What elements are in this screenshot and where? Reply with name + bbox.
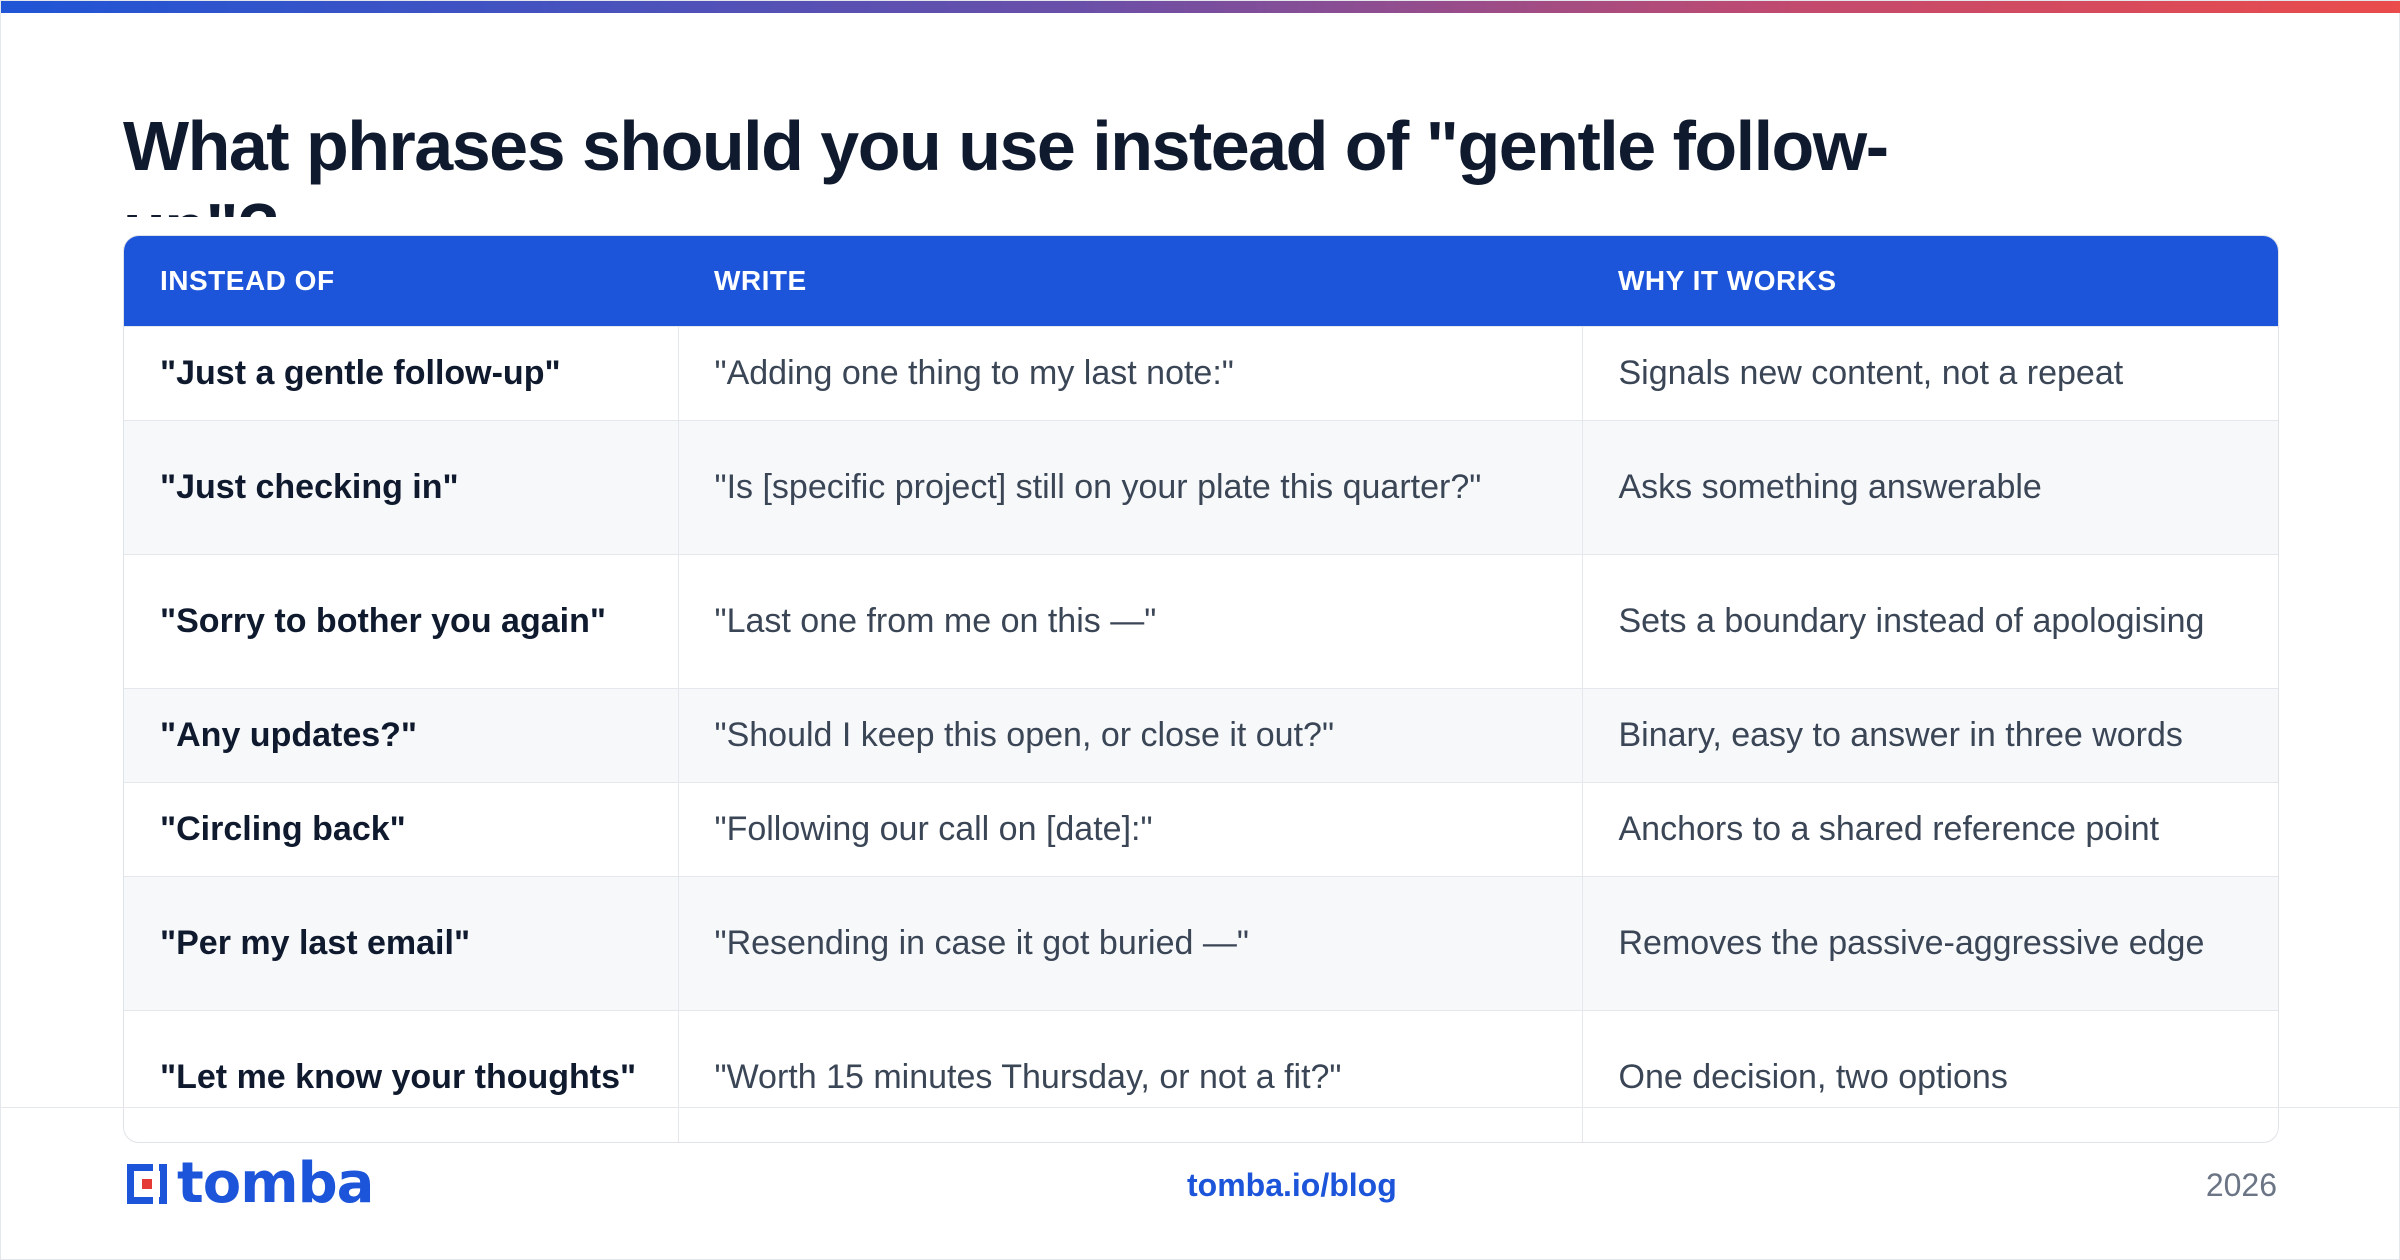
write-cell: "Following our call on [date]:" [677, 781, 1582, 876]
table-row: "Per my last email" "Resending in case i… [124, 875, 2278, 1010]
table-header-row: INSTEAD OF WRITE WHY IT WORKS [124, 236, 2278, 326]
tomba-logo-icon [127, 1164, 167, 1204]
write-cell: "Resending in case it got buried —" [677, 875, 1582, 1010]
phrases-table-card: INSTEAD OF WRITE WHY IT WORKS "Just a ge… [123, 235, 2279, 1143]
brand-wordmark: tomba [177, 1151, 374, 1216]
instead-of-cell: "Per my last email" [124, 875, 678, 1010]
why-cell: Asks something answerable [1581, 419, 2278, 554]
table-row: "Let me know your thoughts" "Worth 15 mi… [124, 1009, 2278, 1142]
instead-of-cell: "Just a gentle follow-up" [124, 325, 678, 420]
table-row: "Circling back" "Following our call on [… [124, 781, 2278, 876]
column-header-instead-of: INSTEAD OF [160, 264, 335, 296]
instead-of-cell: "Let me know your thoughts" [124, 1009, 678, 1142]
why-cell: Signals new content, not a repeat [1581, 325, 2278, 420]
why-cell: Sets a boundary instead of apologising [1581, 553, 2278, 688]
table-row: "Just checking in" "Is [specific project… [124, 419, 2278, 554]
write-cell: "Is [specific project] still on your pla… [677, 419, 1582, 554]
why-cell: One decision, two options [1581, 1009, 2278, 1142]
write-cell: "Should I keep this open, or close it ou… [677, 687, 1582, 782]
tomba-logo[interactable]: tomba [123, 1151, 374, 1216]
phrases-table: INSTEAD OF WRITE WHY IT WORKS "Just a ge… [124, 236, 2278, 1142]
instead-of-cell: "Sorry to bother you again" [124, 553, 678, 688]
column-header-write: WRITE [714, 264, 807, 296]
instead-of-cell: "Circling back" [124, 781, 678, 876]
blog-link[interactable]: tomba.io/blog [1187, 1165, 1397, 1205]
column-header-why-it-works: WHY IT WORKS [1618, 264, 1837, 296]
write-cell: "Worth 15 minutes Thursday, or not a fit… [677, 1009, 1582, 1142]
why-cell: Binary, easy to answer in three words [1581, 687, 2278, 782]
table-row: "Sorry to bother you again" "Last one fr… [124, 553, 2278, 688]
table-row: "Just a gentle follow-up" "Adding one th… [124, 325, 2278, 420]
top-gradient-bar [1, 1, 2400, 13]
instead-of-cell: "Just checking in" [124, 419, 678, 554]
why-cell: Removes the passive-aggressive edge [1581, 875, 2278, 1010]
write-cell: "Last one from me on this —" [677, 553, 1582, 688]
why-cell: Anchors to a shared reference point [1581, 781, 2278, 876]
page-title: What phrases should you use instead of "… [123, 107, 1889, 217]
write-cell: "Adding one thing to my last note:" [677, 325, 1582, 420]
footer-year: 2026 [2205, 1167, 2277, 1203]
footer-divider [1, 1107, 2400, 1108]
instead-of-cell: "Any updates?" [124, 687, 678, 782]
table-row: "Any updates?" "Should I keep this open,… [124, 687, 2278, 782]
